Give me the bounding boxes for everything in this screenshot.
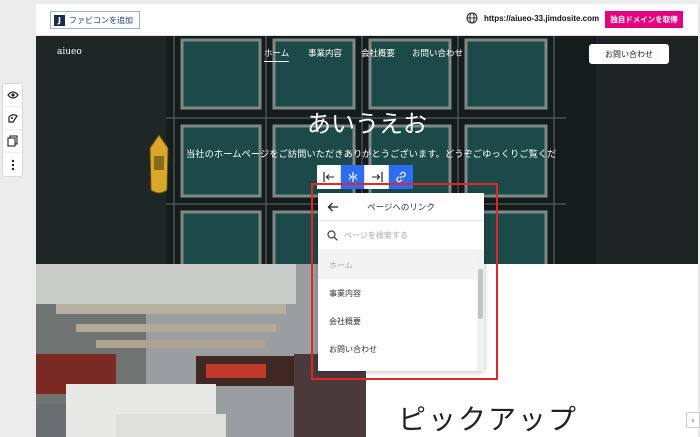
page-link-panel: ページへのリンク ホーム 事業内容 会社概要 お問い合わせ (318, 193, 484, 371)
contact-button[interactable]: お問い合わせ (589, 44, 669, 64)
hero-subtitle[interactable]: 当社のホームページをご訪問いただきありがとうございます。どうぞごゆっくりご覧くだ (186, 146, 556, 160)
scrollbar-thumb[interactable] (478, 269, 483, 319)
pickup-heading[interactable]: ピックアップ (398, 398, 578, 437)
back-arrow-icon[interactable] (326, 200, 340, 214)
page-item-company[interactable]: 会社概要 (318, 307, 484, 335)
globe-icon (466, 12, 478, 24)
add-favicon-button[interactable]: J ファビコンを追加 (50, 11, 140, 29)
page-item-home[interactable]: ホーム (318, 251, 484, 279)
page-list-scrollbar[interactable] (477, 253, 484, 371)
panel-title: ページへのリンク (367, 202, 435, 213)
style-icon[interactable] (3, 107, 22, 130)
get-domain-button[interactable]: 独自ドメインを取得 (605, 11, 683, 28)
preview-icon[interactable] (3, 84, 22, 107)
nav-company[interactable]: 会社概要 (361, 47, 395, 59)
editor-topbar: J ファビコンを追加 https://aiueo-33.jimdosite.co… (36, 4, 698, 36)
boat-image (149, 134, 169, 194)
page-search (318, 221, 484, 251)
search-icon (327, 230, 338, 241)
site-logo[interactable]: aiueo (57, 47, 82, 57)
page-list: ホーム 事業内容 会社概要 お問い合わせ (318, 251, 484, 363)
nav-business[interactable]: 事業内容 (308, 47, 342, 59)
page-item-contact[interactable]: お問い合わせ (318, 335, 484, 363)
page-search-input[interactable] (344, 231, 464, 240)
left-toolbar (2, 83, 23, 177)
site-url[interactable]: https://aiueo-33.jimdosite.com (484, 14, 599, 23)
more-icon[interactable] (3, 153, 22, 176)
nav-home[interactable]: ホーム (264, 47, 290, 62)
hero-title[interactable]: あいうえお (36, 104, 698, 139)
nav-contact[interactable]: お問い合わせ (412, 47, 463, 59)
page-item-business[interactable]: 事業内容 (318, 279, 484, 307)
add-favicon-label: ファビコンを追加 (69, 15, 133, 25)
edge-tab-icon[interactable]: › (686, 412, 700, 428)
pages-icon[interactable] (3, 130, 22, 153)
jimdo-logo-icon: J (54, 14, 65, 26)
panel-header: ページへのリンク (318, 193, 484, 221)
